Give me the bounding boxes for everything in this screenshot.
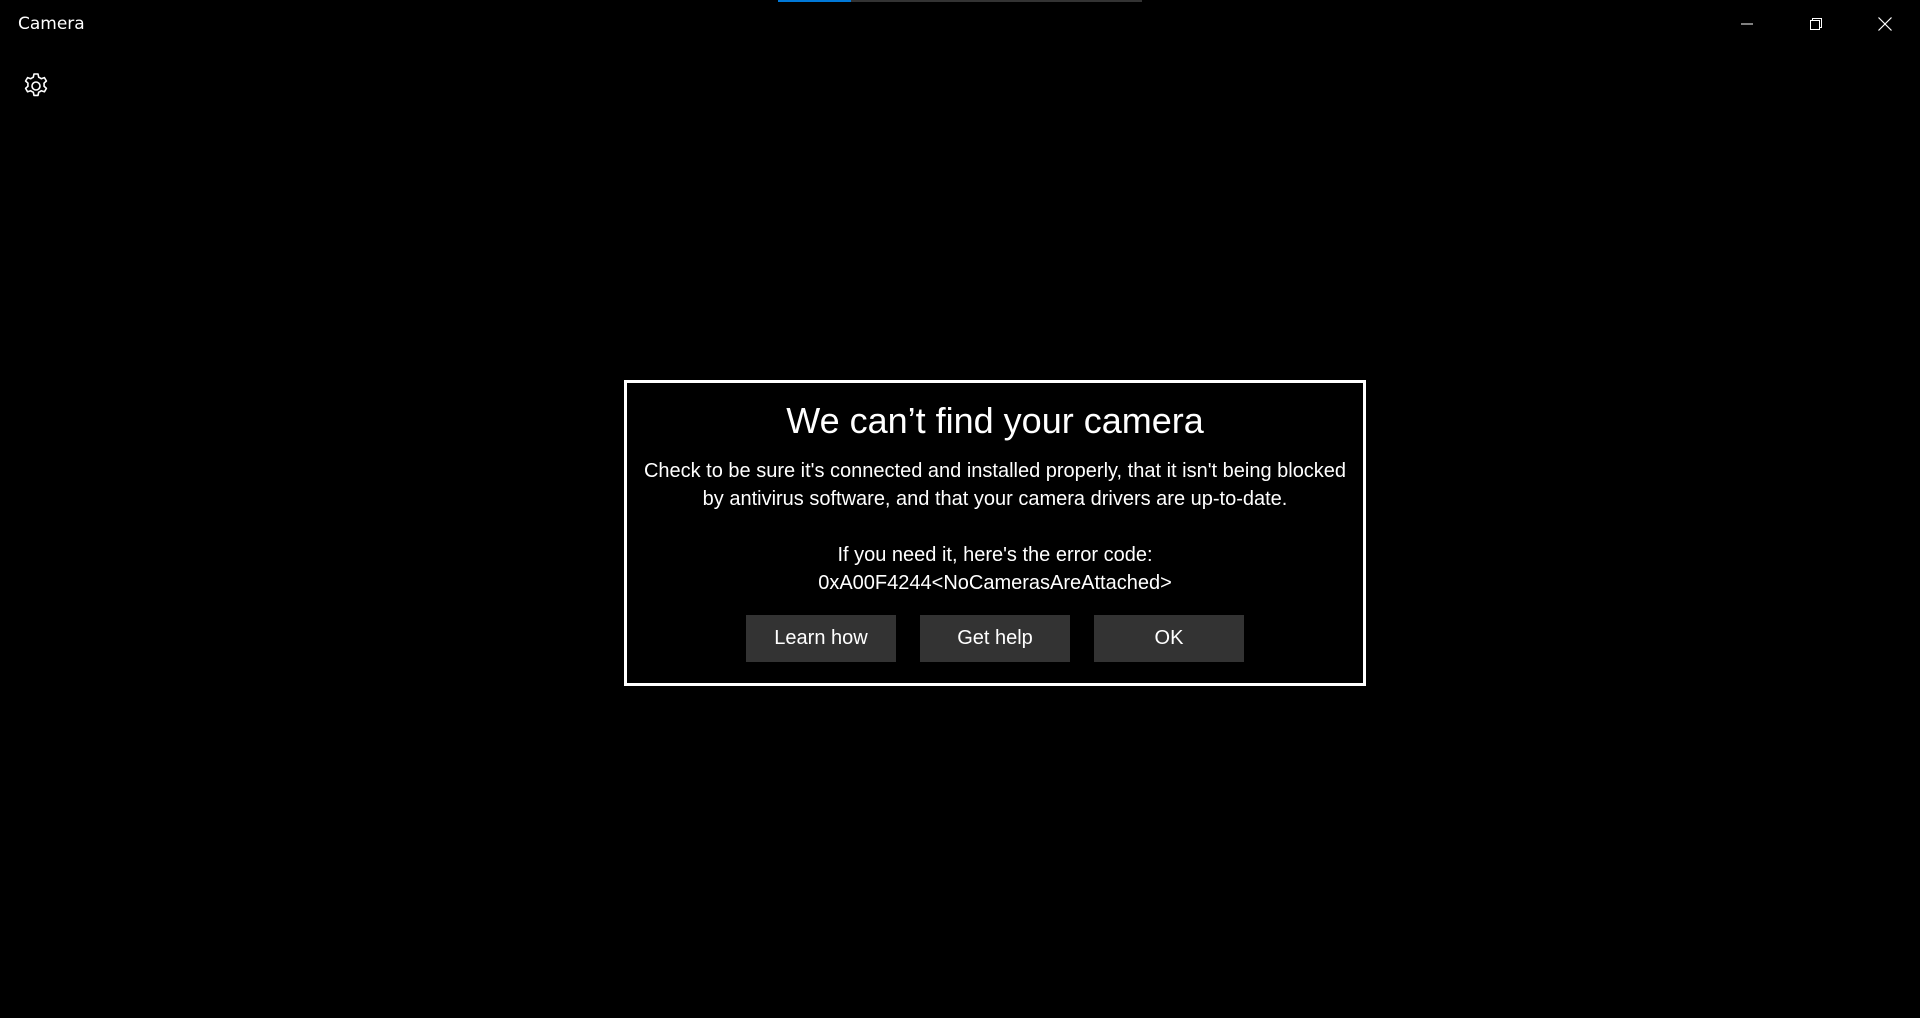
settings-button[interactable]: [14, 68, 58, 104]
dialog-button-row: Learn how Get help OK: [627, 615, 1363, 662]
minimize-button[interactable]: [1712, 0, 1781, 48]
restore-button[interactable]: [1781, 0, 1850, 48]
camera-window: Camera We can’t find your camera Check t…: [0, 0, 1920, 1018]
dialog-message-line-1: Check to be sure it's connected and inst…: [643, 460, 1347, 482]
ok-button[interactable]: OK: [1094, 615, 1244, 662]
dialog-message: Check to be sure it's connected and inst…: [627, 457, 1363, 597]
title-bar: Camera: [0, 0, 1920, 48]
get-help-button[interactable]: Get help: [920, 615, 1070, 662]
gear-icon: [24, 73, 48, 97]
app-title: Camera: [18, 14, 85, 34]
close-icon: [1877, 17, 1892, 31]
camera-error-dialog: We can’t find your camera Check to be su…: [624, 380, 1366, 686]
close-button[interactable]: [1850, 0, 1919, 48]
error-code: 0xA00F4244<NoCamerasAreAttached>: [818, 572, 1172, 594]
minimize-icon: [1740, 23, 1753, 25]
restore-icon: [1809, 18, 1822, 30]
loading-progress-bar: [778, 0, 1142, 2]
dialog-title: We can’t find your camera: [786, 400, 1204, 441]
loading-progress-fill: [778, 0, 851, 2]
error-code-intro: If you need it, here's the error code:: [837, 544, 1153, 566]
dialog-message-line-2: by antivirus software, and that your cam…: [702, 488, 1288, 510]
learn-how-button[interactable]: Learn how: [746, 615, 896, 662]
